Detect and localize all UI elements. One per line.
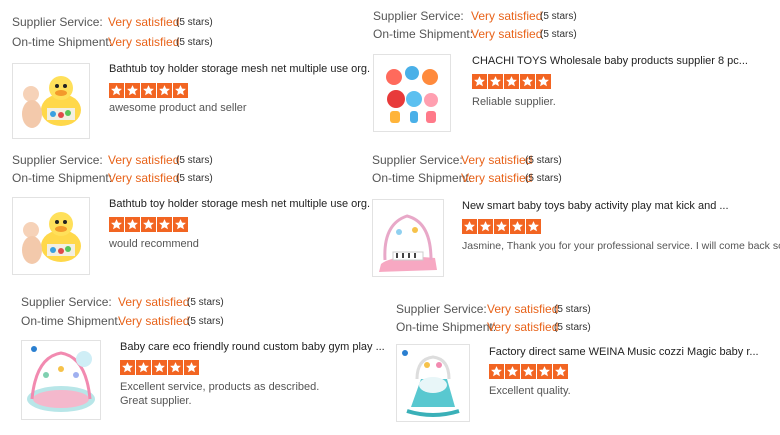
star-icon: [136, 360, 151, 375]
review-card: Supplier Service: Very satisfied (5 star…: [12, 15, 370, 140]
star-icon: [478, 219, 493, 234]
baby-rocker-image[interactable]: [396, 344, 470, 422]
review-comment-line2: Great supplier.: [120, 395, 192, 407]
ontime-shipment-label: On-time Shipment:: [12, 171, 113, 185]
star-icon: [109, 217, 124, 232]
star-icon: [494, 219, 509, 234]
star-icon: [152, 360, 167, 375]
duck-bath-organizer-image[interactable]: [12, 197, 90, 275]
supplier-service-stars: (5 stars): [176, 155, 213, 166]
ontime-shipment-stars: (5 stars): [176, 173, 213, 184]
product-title[interactable]: Bathtub toy holder storage mesh net mult…: [109, 63, 370, 75]
round-play-gym-image[interactable]: [21, 340, 101, 420]
star-icon: [505, 364, 520, 379]
ontime-shipment-label: On-time Shipment:: [12, 35, 113, 49]
star-icon: [520, 74, 535, 89]
supplier-service-value: Very satisfied: [118, 295, 190, 309]
ontime-shipment-label: On-time Shipment:: [21, 314, 122, 328]
star-icon: [141, 217, 156, 232]
star-icon: [168, 360, 183, 375]
ontime-shipment-stars: (5 stars): [525, 173, 562, 184]
product-title[interactable]: Bathtub toy holder storage mesh net mult…: [109, 198, 370, 210]
star-icon: [521, 364, 536, 379]
ontime-shipment-value: Very satisfied: [108, 171, 180, 185]
supplier-service-stars: (5 stars): [525, 155, 562, 166]
rating-stars: [462, 219, 542, 234]
review-comment: Excellent service, products as described…: [120, 381, 320, 393]
ontime-shipment-stars: (5 stars): [540, 29, 577, 40]
supplier-service-label: Supplier Service:: [12, 15, 103, 29]
ontime-shipment-value: Very satisfied: [471, 27, 543, 41]
review-comment: Jasmine, Thank you for your professional…: [462, 240, 780, 252]
star-icon: [173, 217, 188, 232]
review-card: Supplier Service: Very satisfied (5 star…: [21, 295, 385, 425]
review-comment: would recommend: [109, 238, 199, 250]
star-icon: [537, 364, 552, 379]
rating-stars: [120, 360, 200, 375]
supplier-service-value: Very satisfied: [487, 302, 559, 316]
star-icon: [526, 219, 541, 234]
ontime-shipment-value: Very satisfied: [108, 35, 180, 49]
product-title[interactable]: CHACHI TOYS Wholesale baby products supp…: [472, 55, 748, 67]
rating-stars: [489, 364, 569, 379]
star-icon: [157, 217, 172, 232]
ontime-shipment-stars: (5 stars): [176, 37, 213, 48]
supplier-service-label: Supplier Service:: [21, 295, 112, 309]
duck-bath-organizer-image[interactable]: [12, 63, 90, 139]
star-icon: [141, 83, 156, 98]
product-title[interactable]: New smart baby toys baby activity play m…: [462, 200, 729, 212]
review-comment: awesome product and seller: [109, 102, 247, 114]
star-icon: [120, 360, 135, 375]
ontime-shipment-label: On-time Shipment:: [372, 171, 473, 185]
piano-play-mat-image[interactable]: [372, 199, 444, 277]
star-icon: [504, 74, 519, 89]
supplier-service-stars: (5 stars): [187, 297, 224, 308]
review-card: Supplier Service: Very satisfied (5 star…: [373, 9, 773, 134]
review-comment: Excellent quality.: [489, 385, 571, 397]
star-icon: [157, 83, 172, 98]
star-icon: [536, 74, 551, 89]
supplier-service-value: Very satisfied: [108, 153, 180, 167]
review-card: Supplier Service: Very satisfied (5 star…: [372, 153, 780, 278]
supplier-service-label: Supplier Service:: [372, 153, 463, 167]
supplier-service-stars: (5 stars): [176, 17, 213, 28]
star-icon: [472, 74, 487, 89]
star-icon: [510, 219, 525, 234]
ontime-shipment-stars: (5 stars): [187, 316, 224, 327]
supplier-service-stars: (5 stars): [554, 304, 591, 315]
baby-rattle-set-image[interactable]: [373, 54, 451, 132]
star-icon: [489, 364, 504, 379]
star-icon: [125, 83, 140, 98]
product-title[interactable]: Factory direct same WEINA Music cozzi Ma…: [489, 346, 759, 358]
ontime-shipment-value: Very satisfied: [461, 171, 533, 185]
supplier-service-stars: (5 stars): [540, 11, 577, 22]
supplier-service-value: Very satisfied: [471, 9, 543, 23]
supplier-service-value: Very satisfied: [461, 153, 533, 167]
ontime-shipment-stars: (5 stars): [554, 322, 591, 333]
supplier-service-label: Supplier Service:: [12, 153, 103, 167]
star-icon: [173, 83, 188, 98]
rating-stars: [109, 217, 189, 232]
supplier-service-label: Supplier Service:: [373, 9, 464, 23]
star-icon: [109, 83, 124, 98]
review-card: Supplier Service: Very satisfied (5 star…: [396, 302, 776, 427]
ontime-shipment-label: On-time Shipment:: [396, 320, 497, 334]
product-title[interactable]: Baby care eco friendly round custom baby…: [120, 341, 385, 353]
supplier-service-label: Supplier Service:: [396, 302, 487, 316]
star-icon: [125, 217, 140, 232]
star-icon: [462, 219, 477, 234]
star-icon: [184, 360, 199, 375]
review-card: Supplier Service: Very satisfied (5 star…: [12, 153, 370, 278]
ontime-shipment-value: Very satisfied: [487, 320, 559, 334]
star-icon: [488, 74, 503, 89]
rating-stars: [472, 74, 552, 89]
supplier-service-value: Very satisfied: [108, 15, 180, 29]
star-icon: [553, 364, 568, 379]
review-comment: Reliable supplier.: [472, 96, 556, 108]
rating-stars: [109, 83, 189, 98]
ontime-shipment-value: Very satisfied: [118, 314, 190, 328]
ontime-shipment-label: On-time Shipment:: [373, 27, 474, 41]
